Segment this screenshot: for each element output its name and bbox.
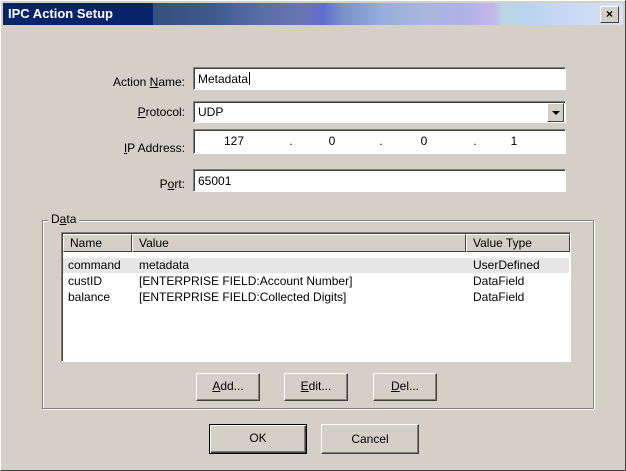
ok-button[interactable]: OK xyxy=(209,424,307,454)
protocol-select[interactable]: UDP xyxy=(193,101,566,123)
column-header-name[interactable]: Name xyxy=(63,234,132,252)
ip-address-label: IP Address: xyxy=(123,141,185,155)
chevron-down-icon[interactable] xyxy=(547,103,564,122)
port-value: 65001 xyxy=(198,174,232,188)
port-input[interactable]: 65001 xyxy=(193,169,566,192)
action-name-label: Action Name: xyxy=(112,75,185,89)
cancel-button[interactable]: Cancel xyxy=(321,424,419,454)
port-label: Port: xyxy=(159,177,185,191)
data-list[interactable]: Name Value Value Type command metadata U… xyxy=(61,232,571,362)
ip-separator: . xyxy=(289,134,293,148)
column-header-value-type[interactable]: Value Type xyxy=(466,234,570,252)
row-value: [ENTERPRISE FIELD:Account Number] xyxy=(139,274,353,288)
add-button[interactable]: Add... xyxy=(196,373,260,401)
row-value: [ENTERPRISE FIELD:Collected Digits] xyxy=(139,290,347,304)
ip-address-input[interactable]: 127 . 0 . 0 . 1 xyxy=(193,129,566,154)
delete-button[interactable]: Del... xyxy=(373,373,437,401)
column-header-value[interactable]: Value xyxy=(132,234,466,252)
table-row[interactable]: balance [ENTERPRISE FIELD:Collected Digi… xyxy=(63,290,569,305)
action-name-input[interactable]: Metadata xyxy=(193,67,566,90)
text-caret xyxy=(249,72,251,85)
ipc-action-setup-dialog: IPC Action Setup × Action Name: Metadata… xyxy=(0,0,626,471)
title-bar[interactable]: IPC Action Setup × xyxy=(3,3,623,25)
data-group-title: Data xyxy=(48,212,80,226)
table-row[interactable]: custID [ENTERPRISE FIELD:Account Number]… xyxy=(63,274,569,289)
action-name-value: Metadata xyxy=(198,72,249,86)
protocol-value: UDP xyxy=(198,105,224,119)
ip-separator: . xyxy=(473,134,477,148)
edit-button[interactable]: Edit... xyxy=(284,373,348,401)
ip-octet-3[interactable]: 0 xyxy=(404,134,444,148)
row-name: custID xyxy=(68,274,103,288)
row-name: command xyxy=(68,258,121,272)
protocol-label: Protocol: xyxy=(137,105,185,119)
ip-octet-2[interactable]: 0 xyxy=(312,134,352,148)
row-name: balance xyxy=(68,290,111,304)
window-title: IPC Action Setup xyxy=(8,6,113,21)
table-row[interactable]: command metadata UserDefined xyxy=(63,258,569,273)
row-type: DataField xyxy=(473,290,525,304)
row-type: DataField xyxy=(473,274,525,288)
close-button[interactable]: × xyxy=(600,6,619,23)
close-icon: × xyxy=(605,7,613,21)
data-list-header: Name Value Value Type xyxy=(63,234,570,252)
row-value: metadata xyxy=(139,258,190,272)
ip-octet-1[interactable]: 127 xyxy=(214,134,254,148)
ip-octet-4[interactable]: 1 xyxy=(494,134,534,148)
ip-separator: . xyxy=(379,134,383,148)
row-type: UserDefined xyxy=(473,258,540,272)
